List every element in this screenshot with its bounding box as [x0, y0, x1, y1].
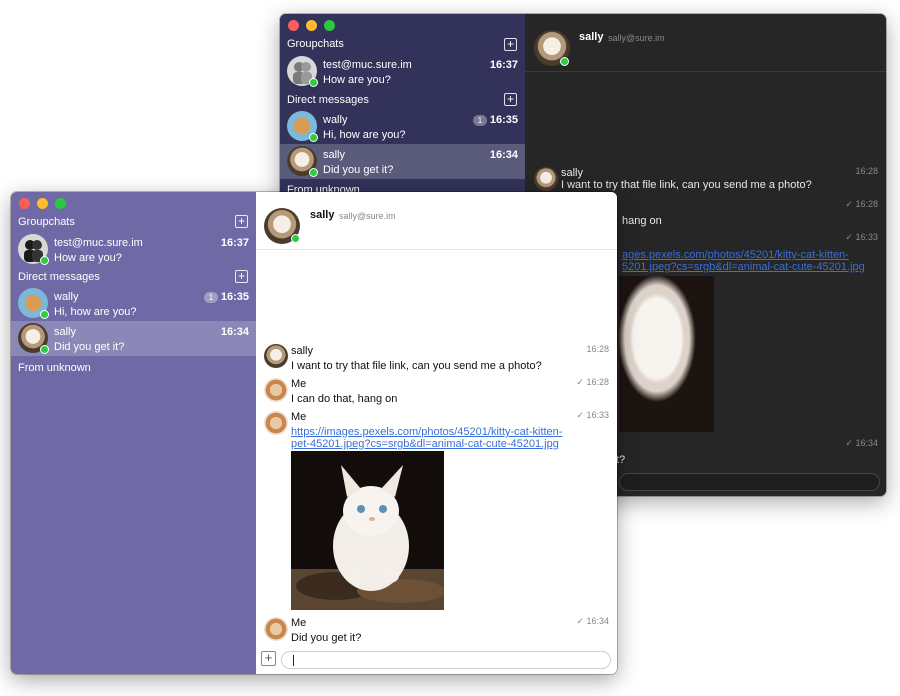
chat-name: wally [323, 114, 348, 126]
chat-name: wally [54, 291, 79, 303]
message-time: 16:28 [586, 344, 609, 354]
message-sally: sally I want to try that file link, can … [561, 167, 812, 191]
conversation-pane: sally sally@sure.im sally I want to try … [256, 192, 617, 674]
online-status-icon [291, 234, 300, 243]
section-groupchats: Groupchats [18, 216, 75, 228]
add-groupchat-button[interactable]: + [235, 215, 248, 228]
chat-name: test@muc.sure.im [54, 237, 143, 249]
online-status-icon [40, 310, 49, 319]
sender-avatar [264, 411, 288, 435]
chat-row-wally[interactable]: wally Hi, how are you? 1 16:35 [280, 109, 525, 144]
online-status-icon [40, 345, 49, 354]
message-sender: Me [291, 617, 307, 629]
chat-time: 16:35 [220, 291, 249, 303]
online-status-icon [309, 168, 318, 177]
chat-preview: Did you get it? [323, 164, 394, 176]
add-groupchat-button[interactable]: + [504, 38, 517, 51]
add-direct-button[interactable]: + [504, 93, 517, 106]
online-status-icon [40, 256, 49, 265]
zoom-icon[interactable] [324, 20, 335, 31]
chat-time: 16:34 [220, 326, 249, 338]
close-icon[interactable] [19, 198, 30, 209]
message-text-fragment: t? [616, 454, 626, 466]
chat-row-sally[interactable]: sally Did you get it? 16:34 [11, 321, 256, 356]
message-time: ✓ 16:34 [576, 616, 609, 626]
message-time: 16:28 [855, 166, 878, 176]
sender-avatar [264, 344, 288, 368]
header-divider [256, 249, 617, 250]
message-text: I want to try that file link, can you se… [291, 360, 542, 372]
message-link-line[interactable]: https://images.pexels.com/photos/45201/k… [291, 426, 562, 438]
message-text: I can do that, hang on [291, 393, 398, 405]
message-time: ✓ 16:28 [576, 377, 609, 387]
message-text: I want to try that file link, can you se… [561, 179, 812, 191]
chat-name: sally [323, 149, 346, 161]
message-link-fragment[interactable]: ages.pexels.com/photos/45201/kitty-cat-k… [622, 249, 849, 261]
message-input[interactable] [619, 473, 880, 491]
message-me: Me I can do that, hang on [291, 378, 397, 405]
chat-preview: How are you? [323, 74, 391, 86]
chat-time: 16:37 [220, 237, 249, 249]
message-link-line[interactable]: pet-45201.jpeg?cs=srgb&dl=animal-cat-cut… [291, 438, 562, 450]
header-name: sally [579, 31, 604, 43]
message-link-fragment[interactable]: 5201.jpeg?cs=srgb&dl=animal-cat-cute-452… [622, 261, 865, 273]
message-me-link: Me https://images.pexels.com/photos/4520… [291, 411, 562, 450]
message-time: ✓ 16:33 [576, 410, 609, 420]
chat-preview: How are you? [54, 252, 122, 264]
chat-row-wally[interactable]: wally Hi, how are you? 1 16:35 [11, 286, 256, 321]
attach-button[interactable]: + [261, 651, 276, 666]
window-controls [288, 20, 335, 31]
section-unknown: From unknown [18, 362, 91, 374]
chat-time: 16:37 [489, 59, 518, 71]
message-input[interactable] [281, 651, 611, 669]
chat-row-groupchat[interactable]: test@muc.sure.im How are you? 16:37 [280, 54, 525, 89]
header-jid: sally@sure.im [339, 211, 396, 221]
header-divider [525, 71, 886, 72]
image-attachment[interactable] [291, 451, 444, 610]
section-groupchats: Groupchats [287, 38, 344, 50]
image-attachment[interactable] [619, 276, 714, 432]
chat-time: 16:34 [489, 149, 518, 161]
text-cursor [293, 655, 294, 666]
section-direct: Direct messages [287, 94, 369, 106]
chat-row-groupchat[interactable]: test@muc.sure.im How are you? 16:37 [11, 232, 256, 267]
message-text-fragment: hang on [622, 215, 662, 227]
minimize-icon[interactable] [306, 20, 317, 31]
chat-time: 16:35 [489, 114, 518, 126]
header-jid: sally@sure.im [608, 33, 665, 43]
message-sender: Me [291, 378, 307, 390]
zoom-icon[interactable] [55, 198, 66, 209]
header-name: sally [310, 209, 335, 221]
chat-preview: Hi, how are you? [54, 306, 137, 318]
sender-avatar [534, 167, 558, 191]
add-direct-button[interactable]: + [235, 270, 248, 283]
sidebar: Groupchats + test@muc.sure.im How are yo… [11, 192, 256, 674]
section-direct: Direct messages [18, 271, 100, 283]
minimize-icon[interactable] [37, 198, 48, 209]
chat-preview: Did you get it? [54, 341, 125, 353]
message-text: Did you get it? [291, 632, 362, 644]
chat-preview: Hi, how are you? [323, 129, 406, 141]
online-status-icon [560, 57, 569, 66]
message-sender: Me [291, 411, 307, 423]
chat-name: sally [54, 326, 77, 338]
message-sender: sally [291, 345, 314, 357]
window-controls [19, 198, 66, 209]
unread-badge: 1 [204, 292, 218, 303]
message-me: Me Did you get it? [291, 617, 361, 644]
message-sally: sally I want to try that file link, can … [291, 345, 542, 372]
light-window: Groupchats + test@muc.sure.im How are yo… [11, 192, 617, 674]
chat-name: test@muc.sure.im [323, 59, 412, 71]
online-status-icon [309, 78, 318, 87]
message-time: ✓ 16:34 [845, 438, 878, 448]
online-status-icon [309, 133, 318, 142]
message-sender: sally [561, 167, 584, 179]
message-time: ✓ 16:33 [845, 232, 878, 242]
sender-avatar [264, 378, 288, 402]
close-icon[interactable] [288, 20, 299, 31]
unread-badge: 1 [473, 115, 487, 126]
chat-row-sally[interactable]: sally Did you get it? 16:34 [280, 144, 525, 179]
sender-avatar [264, 617, 288, 641]
message-time: ✓ 16:28 [845, 199, 878, 209]
